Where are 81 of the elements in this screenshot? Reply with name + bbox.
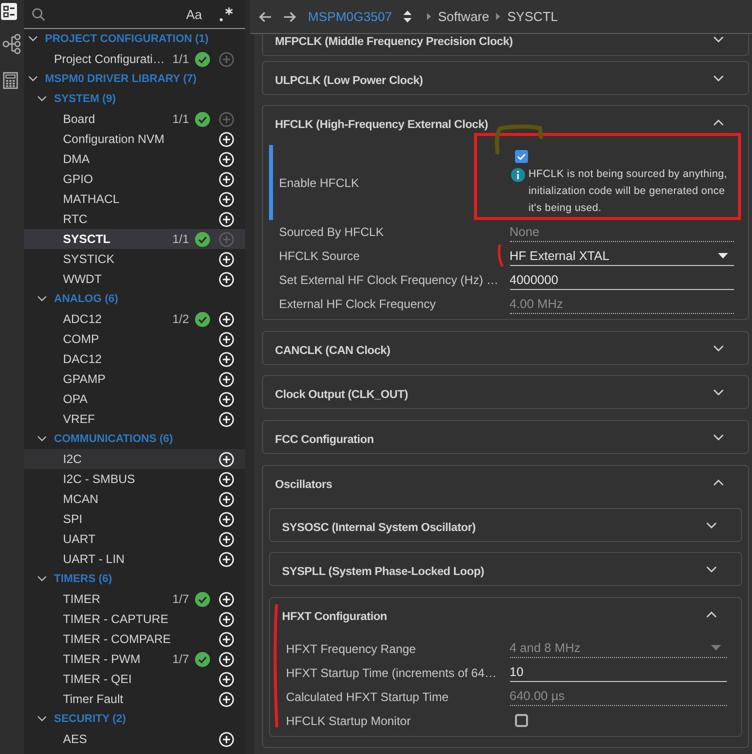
tree-item[interactable]: SYSTICK	[24, 249, 245, 269]
info-message: HFCLK is not being sourced by anything, initialization code will be generated once it's being used.	[528, 167, 728, 216]
tree-item[interactable]: TIMER - CAPTURE	[24, 609, 245, 629]
count-text: 1/7	[172, 652, 189, 666]
section-header[interactable]: Oscillators	[263, 466, 748, 498]
device-selector[interactable]: MSPM0G3507	[308, 9, 392, 24]
tree-item[interactable]: Configuration NVM	[24, 129, 245, 149]
tree-item[interactable]: WWDT	[24, 269, 245, 289]
readonly-field: 640.00 µs	[510, 687, 727, 706]
caret-down-icon	[718, 252, 728, 259]
tree-item[interactable]: COMP	[24, 329, 245, 349]
info-icon	[510, 168, 524, 182]
tree-item[interactable]: Board 1/1	[24, 109, 245, 129]
checkbox[interactable]	[514, 714, 528, 728]
count-text: 1/1	[172, 232, 189, 246]
caret-right-icon	[496, 13, 500, 20]
readonly-field: None	[510, 222, 734, 242]
tree-item[interactable]: OPA	[24, 389, 245, 409]
tree-item[interactable]: TIMER - PWM 1/7	[24, 649, 245, 669]
tree-item[interactable]: DMA	[24, 149, 245, 169]
updown-caret-icon[interactable]	[402, 10, 412, 23]
section-header[interactable]: MFPCLK (Middle Frequency Precision Clock)	[263, 34, 748, 55]
caret-right-icon	[426, 13, 431, 20]
caret-down-icon	[711, 645, 721, 652]
tree-item[interactable]: GPIO	[24, 169, 245, 189]
list-icon[interactable]	[1, 3, 17, 20]
tree-item[interactable]: RTC	[24, 209, 245, 229]
tree-item[interactable]: AES	[24, 729, 245, 749]
breadcrumb-current: SYSCTL	[507, 9, 558, 24]
tree-item[interactable]: GPAMP	[24, 369, 245, 389]
tree-item[interactable]: I2C	[24, 449, 245, 469]
section-header[interactable]: HFCLK (High-Frequency External Clock)	[263, 106, 748, 138]
tree-item[interactable]: SPI	[24, 509, 245, 529]
asterisk-icon[interactable]	[219, 6, 234, 22]
calculator-icon[interactable]	[3, 72, 18, 89]
section-header[interactable]: SYSPLL (System Phase-Locked Loop)	[270, 553, 741, 586]
field-label: HFXT Frequency Range	[286, 642, 417, 656]
tree-item[interactable]: Timer Fault	[24, 689, 245, 709]
input-field[interactable]: 4000000	[510, 270, 734, 290]
count-text: 1/2	[172, 312, 189, 326]
count-text: 1/1	[172, 112, 189, 126]
field-label: Set External HF Clock Frequency (Hz) …	[279, 273, 500, 288]
field-label: HFCLK Source	[279, 249, 361, 264]
section-header[interactable]: CANCLK (CAN Clock)	[263, 332, 748, 364]
field-label: External HF Clock Frequency	[279, 297, 437, 312]
section-header[interactable]: Clock Output (CLK_OUT)	[263, 376, 748, 408]
breadcrumb-link[interactable]: Software	[438, 9, 490, 24]
tree-item[interactable]: VREF	[24, 409, 245, 429]
section-header[interactable]: ULPCLK (Low Power Clock)	[263, 62, 748, 94]
section-header[interactable]: SYSOSC (Internal System Oscillator)	[270, 508, 741, 541]
field-label: Enable HFCLK	[279, 176, 360, 190]
tree-item[interactable]: SYSCTL 1/1	[24, 229, 245, 249]
arrow-left-icon[interactable]	[258, 10, 272, 22]
field-label: Calculated HFXT Startup Time	[286, 690, 450, 704]
tree-item[interactable]: Project Configurati… 1/1	[24, 49, 245, 69]
checkbox[interactable]	[514, 150, 528, 164]
section-header[interactable]: HFXT Configuration	[270, 598, 741, 630]
dropdown-field[interactable]: HF External XTAL	[510, 246, 734, 266]
tree-item[interactable]: MATHACL	[24, 189, 245, 209]
match-case-toggle[interactable]: Aa	[186, 6, 202, 22]
count-text: 1/7	[172, 592, 189, 606]
tree-item[interactable]: I2C - SMBUS	[24, 469, 245, 489]
tree-item[interactable]: TIMER - QEI	[24, 669, 245, 689]
field-label: Sourced By HFCLK	[279, 225, 385, 240]
tree-item[interactable]: TIMER 1/7	[24, 589, 245, 609]
field-label: HFXT Startup Time (increments of 64…	[286, 666, 498, 680]
search-icon	[32, 8, 45, 20]
input-field[interactable]: 10	[510, 663, 727, 682]
tree-item[interactable]: UART - LIN	[24, 549, 245, 569]
search-field[interactable]: Aa	[24, 0, 245, 29]
arrow-right-icon[interactable]	[283, 10, 297, 22]
tree-item[interactable]: TIMER - COMPARE	[24, 629, 245, 649]
tree-item[interactable]: DAC12	[24, 349, 245, 369]
readonly-field: 4.00 MHz	[510, 294, 734, 314]
hierarchy-icon[interactable]	[2, 33, 22, 55]
field-label: HFCLK Startup Monitor	[286, 714, 412, 728]
tree-item[interactable]: ADC12 1/2	[24, 309, 245, 329]
tree-item[interactable]: UART	[24, 529, 245, 549]
section-header[interactable]: FCC Configuration	[263, 420, 748, 453]
tree-item[interactable]: MCAN	[24, 489, 245, 509]
count-text: 1/1	[172, 52, 189, 66]
